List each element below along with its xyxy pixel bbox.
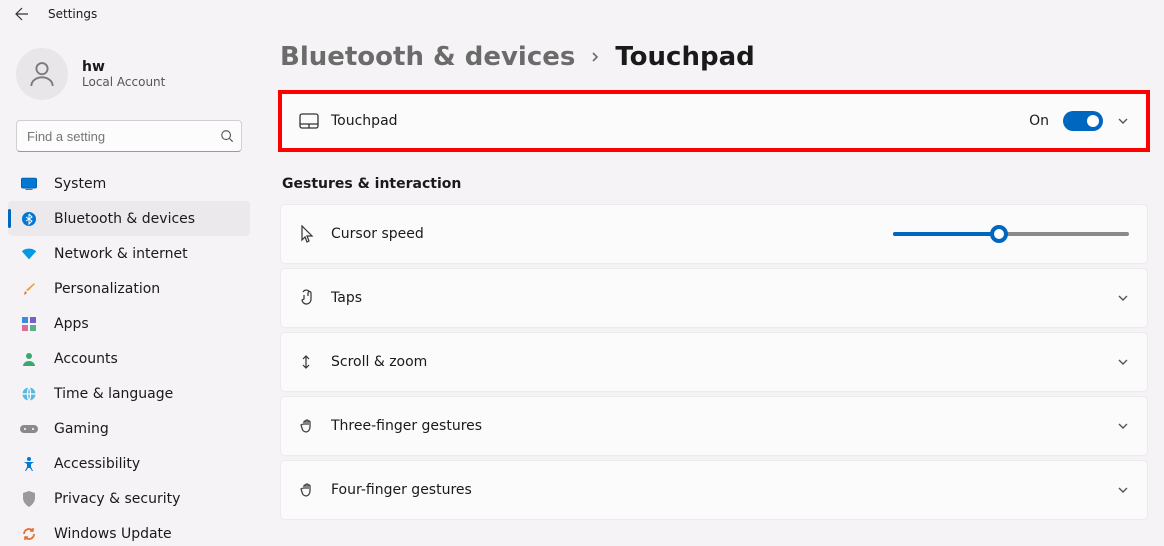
sidebar-item-personalization[interactable]: Personalization [8, 271, 250, 306]
toggle-state-label: On [1029, 113, 1049, 129]
sidebar-item-network[interactable]: Network & internet [8, 236, 250, 271]
cursor-speed-card: Cursor speed [280, 204, 1148, 264]
accessibility-icon [20, 455, 38, 473]
taps-label: Taps [331, 290, 1103, 306]
sidebar-item-apps[interactable]: Apps [8, 306, 250, 341]
person-icon [26, 58, 58, 90]
update-icon [20, 525, 38, 543]
hand-icon [299, 417, 331, 435]
body: hw Local Account System Bluetooth & devi… [0, 32, 1164, 546]
app-root: Settings hw Local Account [0, 0, 1164, 546]
chevron-down-icon [1117, 292, 1129, 304]
avatar [16, 48, 68, 100]
profile-block[interactable]: hw Local Account [8, 42, 250, 114]
touchpad-toggle[interactable] [1063, 111, 1103, 131]
breadcrumb-current: Touchpad [615, 42, 754, 72]
chevron-down-icon [1117, 356, 1129, 368]
globe-icon [20, 385, 38, 403]
touchpad-label: Touchpad [331, 113, 1029, 129]
search-input[interactable] [16, 120, 242, 152]
scroll-zoom-card[interactable]: Scroll & zoom [280, 332, 1148, 392]
three-finger-card[interactable]: Three-finger gestures [280, 396, 1148, 456]
cursor-icon [299, 225, 331, 243]
shield-icon [20, 490, 38, 508]
sidebar-item-label: Windows Update [54, 526, 172, 542]
search-icon [220, 129, 234, 143]
profile-text: hw Local Account [82, 59, 165, 89]
search-box[interactable] [16, 120, 242, 152]
four-finger-label: Four-finger gestures [331, 482, 1103, 498]
touchpad-main-card[interactable]: Touchpad On [280, 92, 1148, 150]
brush-icon [20, 280, 38, 298]
sidebar-item-privacy[interactable]: Privacy & security [8, 481, 250, 516]
sidebar-item-bluetooth[interactable]: Bluetooth & devices [8, 201, 250, 236]
bluetooth-icon [20, 210, 38, 228]
back-button[interactable] [12, 4, 32, 24]
sidebar-item-label: Accounts [54, 351, 118, 367]
chevron-down-icon [1117, 484, 1129, 496]
main-content: Bluetooth & devices Touchpad Touchpad On [258, 32, 1164, 546]
system-icon [20, 175, 38, 193]
window-title: Settings [48, 7, 97, 21]
sidebar-item-label: Accessibility [54, 456, 140, 472]
sidebar-item-accounts[interactable]: Accounts [8, 341, 250, 376]
sidebar: hw Local Account System Bluetooth & devi… [0, 32, 258, 546]
breadcrumb: Bluetooth & devices Touchpad [280, 42, 1148, 72]
accounts-icon [20, 350, 38, 368]
apps-icon [20, 315, 38, 333]
sidebar-item-label: Time & language [54, 386, 173, 402]
hand-icon [299, 481, 331, 499]
profile-name: hw [82, 59, 165, 75]
gaming-icon [20, 420, 38, 438]
scroll-zoom-label: Scroll & zoom [331, 354, 1103, 370]
sidebar-item-label: Network & internet [54, 246, 188, 262]
scroll-icon [299, 353, 331, 371]
touchpad-toggle-block: On [1029, 111, 1103, 131]
touchpad-icon [299, 113, 331, 129]
sidebar-item-label: Gaming [54, 421, 109, 437]
cursor-speed-slider[interactable] [893, 232, 1129, 236]
sidebar-item-accessibility[interactable]: Accessibility [8, 446, 250, 481]
sidebar-item-system[interactable]: System [8, 166, 250, 201]
sidebar-item-label: Privacy & security [54, 491, 180, 507]
sidebar-item-label: Apps [54, 316, 89, 332]
sidebar-item-label: Personalization [54, 281, 160, 297]
cursor-speed-label: Cursor speed [331, 226, 893, 242]
sidebar-item-gaming[interactable]: Gaming [8, 411, 250, 446]
sidebar-nav: System Bluetooth & devices Network & int… [8, 166, 250, 546]
sidebar-item-label: System [54, 176, 106, 192]
sidebar-item-time[interactable]: Time & language [8, 376, 250, 411]
tap-icon [299, 289, 331, 307]
titlebar: Settings [0, 0, 1164, 32]
wifi-icon [20, 245, 38, 263]
chevron-down-icon[interactable] [1117, 115, 1129, 127]
profile-subtitle: Local Account [82, 75, 165, 89]
four-finger-card[interactable]: Four-finger gestures [280, 460, 1148, 520]
chevron-right-icon [589, 51, 601, 63]
breadcrumb-parent[interactable]: Bluetooth & devices [280, 42, 575, 72]
three-finger-label: Three-finger gestures [331, 418, 1103, 434]
taps-card[interactable]: Taps [280, 268, 1148, 328]
sidebar-item-label: Bluetooth & devices [54, 211, 195, 227]
back-arrow-icon [14, 6, 30, 22]
section-gestures-label: Gestures & interaction [282, 176, 1148, 192]
sidebar-item-update[interactable]: Windows Update [8, 516, 250, 546]
chevron-down-icon [1117, 420, 1129, 432]
